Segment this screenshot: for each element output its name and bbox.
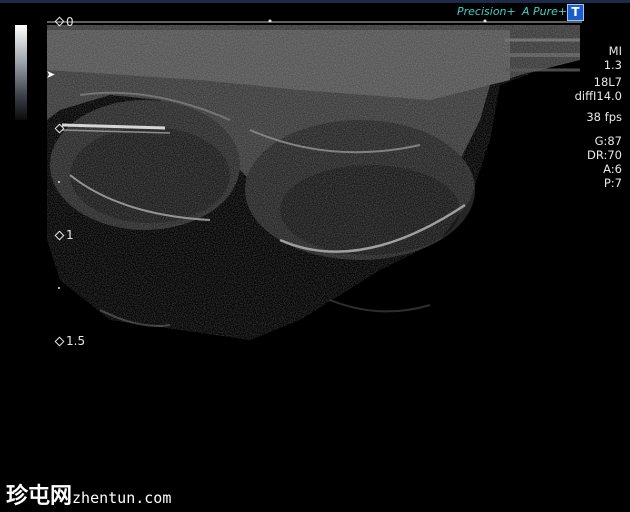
imaging-parameters: MI 1.3 18L7 diffI14.0 38 fps G:87 DR:70 … <box>575 44 622 190</box>
apure-logo: A Pure+ <box>522 5 568 18</box>
depth-label-1: 1 <box>66 228 74 242</box>
grayscale-bar <box>15 25 27 120</box>
gain-value: G:87 <box>594 134 622 148</box>
focus-marker-icon[interactable]: ➤ <box>46 68 55 81</box>
p-value: P:7 <box>603 176 622 190</box>
a-value: A:6 <box>603 162 622 176</box>
dynamic-range-value: DR:70 <box>587 148 622 162</box>
depth-tick <box>58 181 60 183</box>
mi-label: MI <box>608 44 622 58</box>
mode-value: diffI14.0 <box>574 89 622 103</box>
watermark-chinese: 珍屯网 <box>6 484 73 509</box>
depth-label-0: 0 <box>66 15 74 29</box>
watermark: 珍屯网zhentun.com <box>6 478 171 510</box>
probe-t-button[interactable]: T <box>567 4 584 21</box>
frame-rate: 38 fps <box>586 110 622 124</box>
depth-label-1-5: 1.5 <box>66 334 86 348</box>
precision-logo: Precision+ <box>457 5 516 18</box>
probe-name: 18L7 <box>593 75 622 89</box>
ultrasound-image <box>47 19 582 340</box>
depth-tick <box>58 287 60 289</box>
watermark-domain: zhentun.com <box>72 489 172 507</box>
mi-value: 1.3 <box>603 58 622 72</box>
